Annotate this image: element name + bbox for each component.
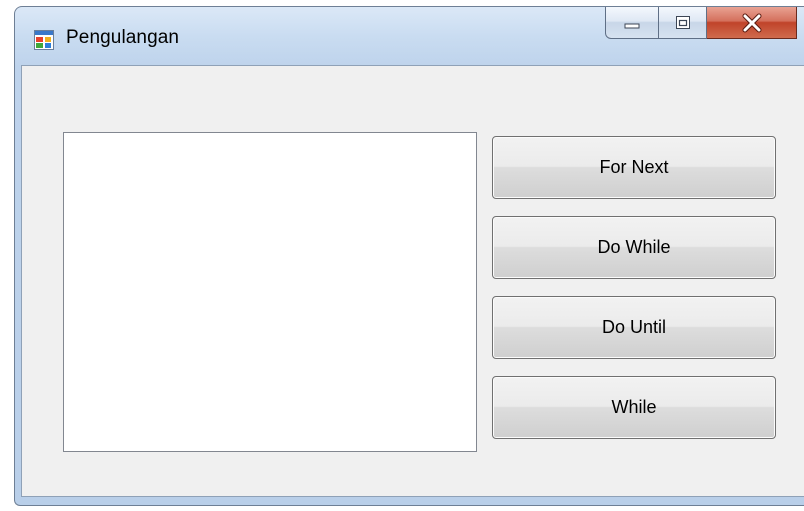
- maximize-button[interactable]: [659, 7, 707, 39]
- maximize-icon: [659, 7, 706, 38]
- caption-buttons: [605, 7, 797, 41]
- close-button[interactable]: [707, 7, 797, 39]
- do-until-button[interactable]: Do Until: [492, 296, 776, 359]
- close-icon: [707, 7, 796, 38]
- while-button[interactable]: While: [492, 376, 776, 439]
- windows-form-icon[interactable]: [34, 30, 54, 50]
- do-while-button[interactable]: Do While: [492, 216, 776, 279]
- window-title: Pengulangan: [66, 27, 180, 48]
- output-listbox[interactable]: [63, 132, 477, 452]
- form-window: Pengulangan For Next Do While Do Until W…: [14, 6, 804, 506]
- for-next-button[interactable]: For Next: [492, 136, 776, 199]
- minimize-button[interactable]: [605, 7, 659, 39]
- minimize-icon: [606, 7, 658, 38]
- form-client-area: For Next Do While Do Until While: [21, 65, 804, 497]
- title-bar[interactable]: Pengulangan: [15, 7, 804, 65]
